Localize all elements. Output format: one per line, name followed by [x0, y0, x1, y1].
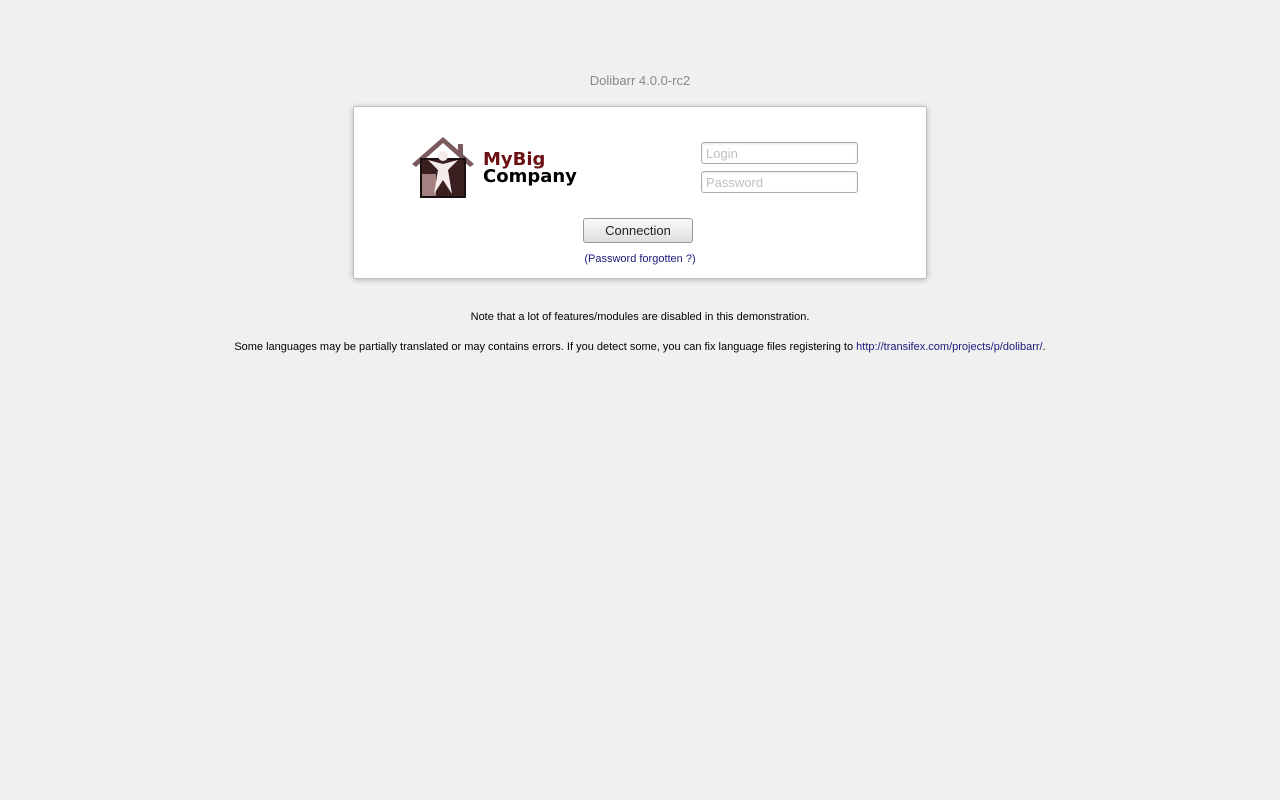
- language-note-text: Some languages may be partially translat…: [234, 341, 857, 353]
- demo-note: Note that a lot of features/modules are …: [470, 311, 810, 323]
- login-input[interactable]: [701, 142, 858, 164]
- login-page: Dolibarr 4.0.0-rc2 MyBig Company Login C…: [0, 0, 1280, 800]
- language-note-suffix: .: [1042, 341, 1046, 353]
- forgot-password-link[interactable]: (Password forgotten ?): [584, 253, 695, 265]
- login-box: MyBig Company Connection (Password forgo…: [353, 106, 927, 279]
- forgot-password-row: (Password forgotten ?): [354, 253, 926, 265]
- house-person-icon: [412, 137, 474, 198]
- transifex-link[interactable]: http://transifex.com/projects/p/dolibarr…: [856, 341, 1042, 353]
- company-logo: MyBig Company: [410, 134, 590, 200]
- logo-line-company: Company: [483, 166, 577, 187]
- connection-button[interactable]: Connection: [583, 218, 693, 243]
- logo-text: MyBig Company: [483, 151, 577, 187]
- language-note: Some languages may be partially translat…: [0, 341, 1280, 353]
- password-input[interactable]: [701, 171, 858, 193]
- version-title: Dolibarr 4.0.0-rc2: [589, 73, 691, 88]
